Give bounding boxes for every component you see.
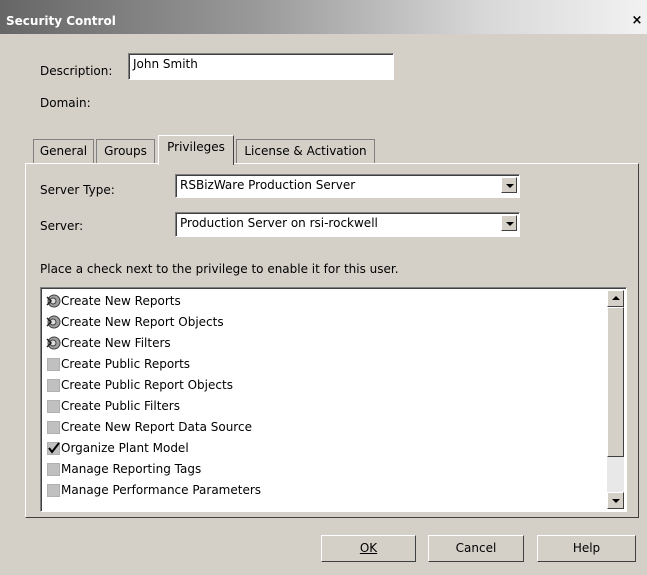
tab-general[interactable]: General xyxy=(33,139,94,163)
scroll-thumb[interactable] xyxy=(607,307,624,457)
instruction-text: Place a check next to the privilege to e… xyxy=(40,262,399,276)
privilege-label: Manage Reporting Tags xyxy=(61,462,202,476)
privilege-label: Create New Report Data Source xyxy=(61,420,252,434)
privilege-label: Create New Report Objects xyxy=(61,315,224,329)
scroll-down-button[interactable] xyxy=(607,492,624,509)
tab-groups[interactable]: Groups xyxy=(96,139,155,163)
server-dropdown[interactable]: Production Server on rsi-rockwell xyxy=(175,212,520,237)
privilege-label: Create Public Reports xyxy=(61,357,191,371)
cancel-button[interactable]: Cancel xyxy=(428,535,524,562)
server-type-dropdown[interactable]: RSBizWare Production Server xyxy=(175,174,520,198)
help-button[interactable]: Help xyxy=(537,535,636,562)
privilege-label: Manage Performance Parameters xyxy=(61,483,262,497)
privilege-label: Create New Filters xyxy=(61,336,171,350)
tab-license-label: License & Activation xyxy=(244,144,367,158)
cancel-label: Cancel xyxy=(455,541,497,555)
help-label: Help xyxy=(572,541,601,555)
tab-groups-label: Groups xyxy=(104,144,147,158)
chevron-down-icon xyxy=(506,184,514,188)
checkbox[interactable] xyxy=(47,379,60,392)
tab-privileges-label: Privileges xyxy=(167,140,225,154)
ok-label: OK xyxy=(359,541,378,555)
security-control-dialog: Security Control × Description: John Smi… xyxy=(0,0,647,575)
checkbox-checked[interactable] xyxy=(47,442,60,455)
inherited-privilege-icon xyxy=(46,294,61,308)
checkbox[interactable] xyxy=(47,484,60,497)
inherited-privilege-icon xyxy=(46,315,61,329)
scroll-up-button[interactable] xyxy=(607,290,624,307)
arrow-down-icon xyxy=(612,499,620,503)
privilege-label: Organize Plant Model xyxy=(61,441,189,455)
checkbox[interactable] xyxy=(47,358,60,371)
server-value: Production Server on rsi-rockwell xyxy=(180,216,378,230)
server-label: Server: xyxy=(40,219,84,233)
inherited-privilege-icon xyxy=(46,336,61,350)
privilege-label: Create Public Report Objects xyxy=(61,378,233,392)
checkbox[interactable] xyxy=(47,463,60,476)
close-icon[interactable]: × xyxy=(629,13,645,28)
checkbox[interactable] xyxy=(47,421,60,434)
domain-label: Domain: xyxy=(40,96,91,110)
description-value: John Smith xyxy=(133,57,198,71)
title-bar[interactable]: Security Control × xyxy=(0,0,647,34)
vertical-scrollbar[interactable] xyxy=(607,290,624,509)
checkmark-icon xyxy=(48,442,60,454)
dropdown-button[interactable] xyxy=(501,177,517,193)
tab-general-label: General xyxy=(39,144,88,158)
description-label: Description: xyxy=(40,64,113,78)
tab-privileges[interactable]: Privileges xyxy=(158,135,234,165)
privilege-label: Create Public Filters xyxy=(61,399,180,413)
arrow-up-icon xyxy=(612,296,620,300)
privilege-label: Create New Reports xyxy=(61,294,181,308)
description-input[interactable]: John Smith xyxy=(128,53,394,80)
window-title: Security Control xyxy=(6,14,116,28)
checkbox[interactable] xyxy=(47,400,60,413)
dropdown-button[interactable] xyxy=(501,215,517,231)
chevron-down-icon xyxy=(506,222,514,226)
tab-license-activation[interactable]: License & Activation xyxy=(236,139,375,163)
ok-button[interactable]: OK xyxy=(321,535,416,562)
server-type-label: Server Type: xyxy=(40,183,115,197)
privileges-list[interactable]: Create New Reports Create New Report Obj… xyxy=(40,287,627,512)
server-type-value: RSBizWare Production Server xyxy=(180,178,356,192)
